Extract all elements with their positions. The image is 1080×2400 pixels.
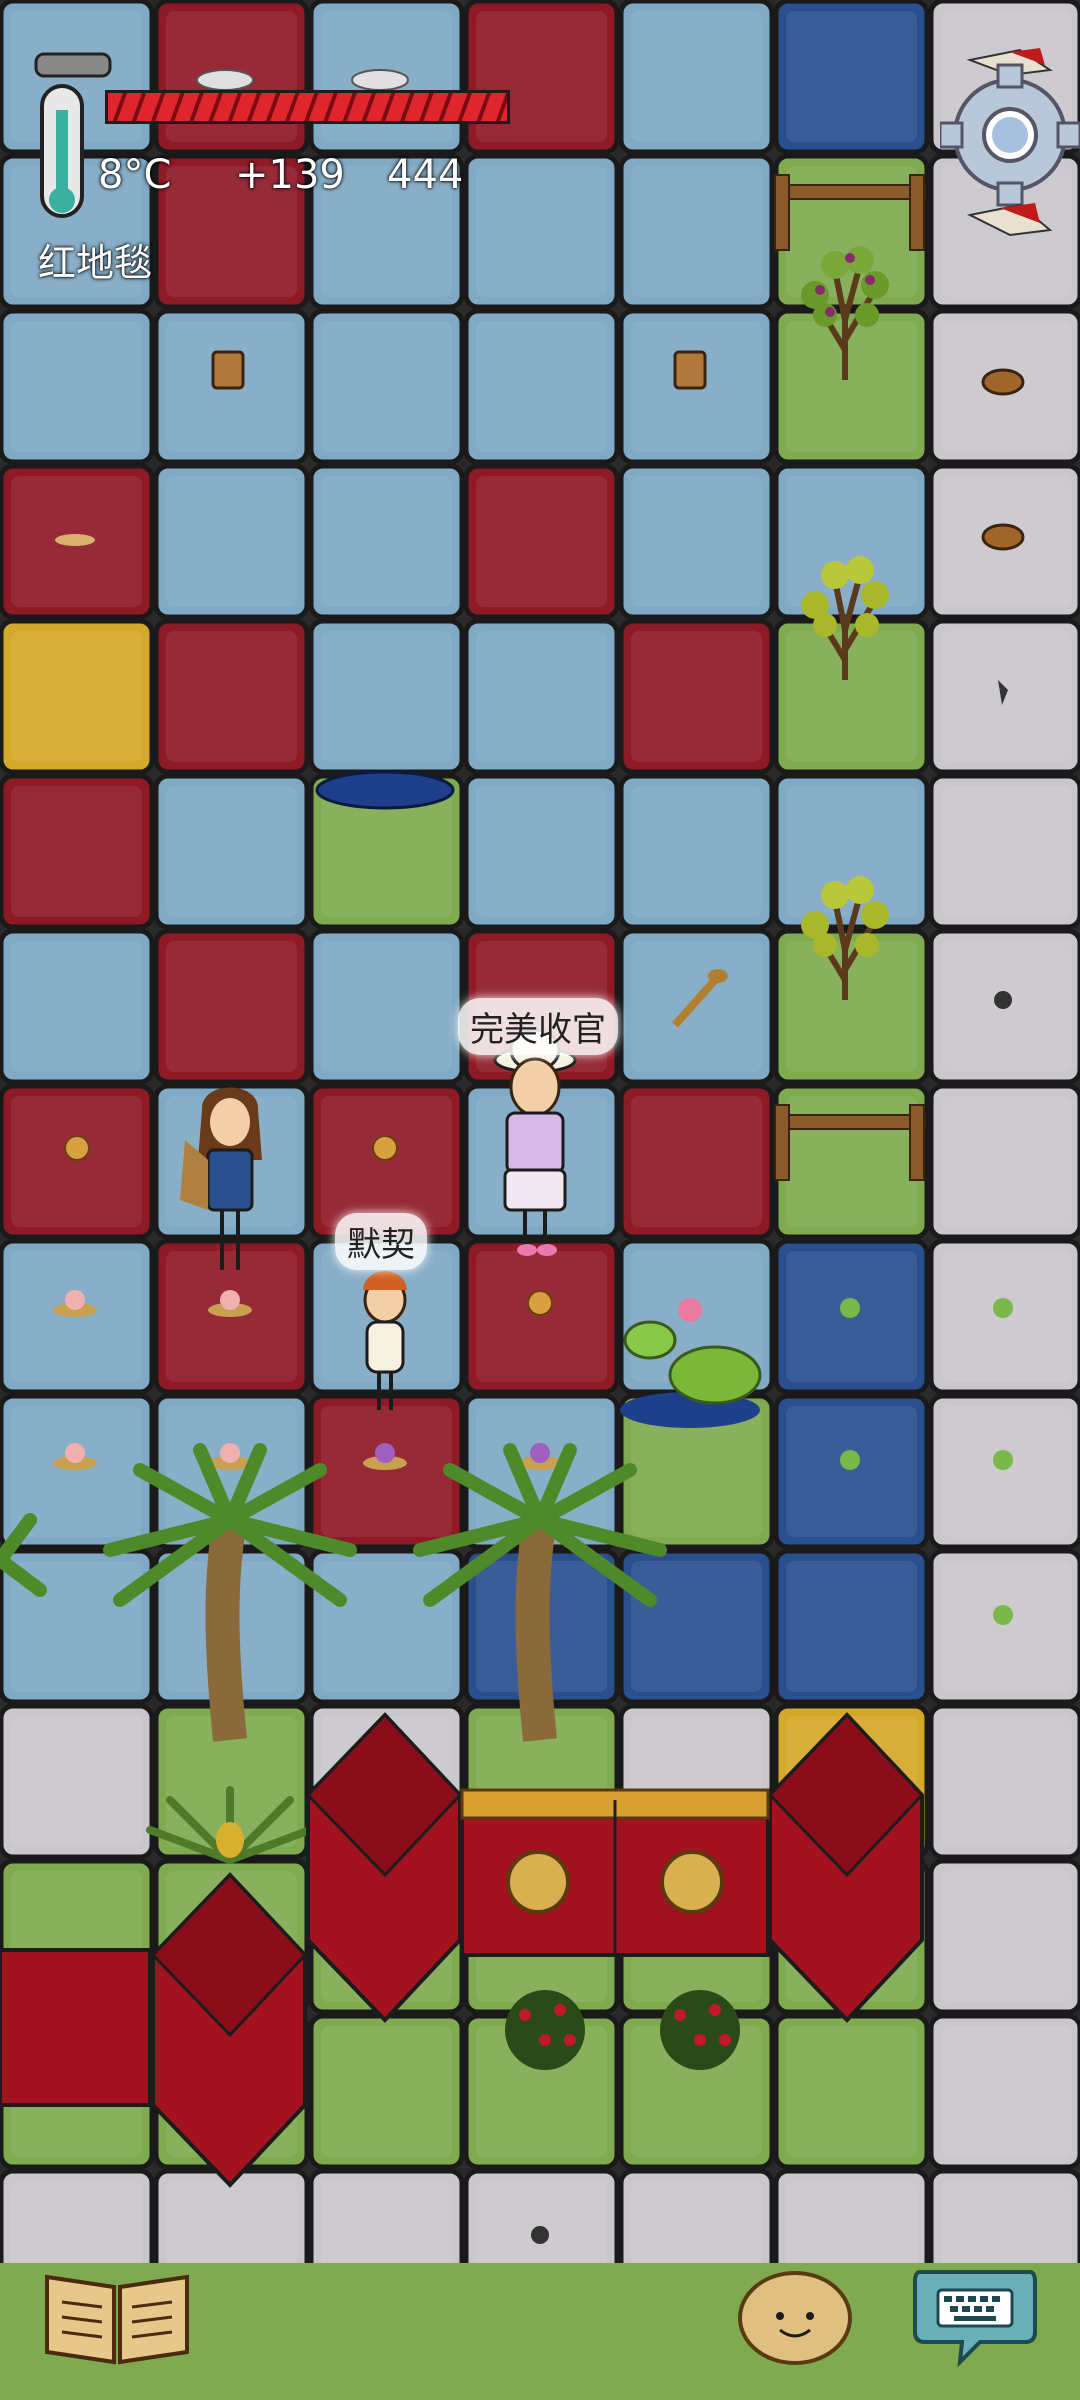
tile-texture [321,1096,452,1227]
yum-bonus-readout: +139 [235,152,345,198]
tile-texture [11,1871,142,2002]
hud: 8°C +139 444 红地毯 [0,0,1080,300]
tile-texture [786,1716,917,1847]
tile-texture [786,941,917,1072]
tile-texture [631,321,762,452]
tile-texture [166,476,297,607]
tile-texture [166,1561,297,1692]
tile-texture [476,1561,607,1692]
tile-texture [321,1871,452,2002]
tile-texture [941,1406,1072,1537]
tile-texture [941,2026,1072,2157]
tile-texture [321,2026,452,2157]
tile-texture [321,321,452,452]
player-nametag: 完美收官 [458,998,618,1055]
tile-texture [631,1561,762,1692]
tile-texture [11,476,142,607]
tile-texture [786,1251,917,1382]
tile-texture [631,1251,762,1382]
tile-texture [321,1251,452,1382]
gear-icon[interactable] [940,40,1080,280]
tile-texture [476,476,607,607]
tile-texture [11,321,142,452]
tile-texture [321,476,452,607]
tile-texture [631,1871,762,2002]
tile-texture [11,786,142,917]
tile-texture [631,941,762,1072]
tile-texture [476,1096,607,1227]
tile-texture [941,786,1072,917]
tile-texture [941,1251,1072,1382]
tile-texture [476,1871,607,2002]
tile-texture [166,1406,297,1537]
tile-texture [11,1251,142,1382]
thermometer-icon[interactable] [30,50,120,230]
tile-texture [321,1716,452,1847]
tile-texture [786,1406,917,1537]
tile-texture [476,631,607,762]
tile-texture [11,1096,142,1227]
tile-texture [786,321,917,452]
tile-texture [321,631,452,762]
tile-texture [321,941,452,1072]
tile-texture [166,321,297,452]
tile-texture [11,631,142,762]
tile-texture [11,941,142,1072]
tile-texture [11,1561,142,1692]
tile-texture [631,1096,762,1227]
tile-texture [476,786,607,917]
tile-texture [321,1561,452,1692]
tile-texture [941,941,1072,1072]
tile-texture [786,1871,917,2002]
tile-texture [476,321,607,452]
tile-texture [631,2026,762,2157]
tile-texture [166,1871,297,2002]
game-world[interactable] [0,0,1080,2400]
food-meter [105,90,510,124]
tile-texture [166,1096,297,1227]
tile-texture [786,1096,917,1227]
tile-texture [166,1251,297,1382]
emote-face-icon[interactable] [735,2268,855,2368]
tile-texture [321,1406,452,1537]
tile-texture [631,631,762,762]
tile-texture [476,2026,607,2157]
tile-texture [941,476,1072,607]
tile-texture [11,2026,142,2157]
score-readout: 444 [387,152,464,198]
tile-texture [166,2026,297,2157]
temperature-readout: 8°C [98,152,172,198]
tile-texture [786,476,917,607]
tile-texture [941,1716,1072,1847]
keyboard-chat-icon[interactable] [910,2262,1040,2372]
tile-texture [786,1561,917,1692]
tile-texture [941,1561,1072,1692]
tile-texture [941,1096,1072,1227]
tile-texture [166,1716,297,1847]
tile-texture [786,631,917,762]
tile-texture [166,941,297,1072]
tile-texture [631,1406,762,1537]
tile-texture [11,1716,142,1847]
tile-texture [476,1406,607,1537]
tile-texture [476,1251,607,1382]
tile-texture [631,1716,762,1847]
tile-texture [786,2026,917,2157]
tile-texture [631,786,762,917]
tile-texture [631,476,762,607]
tile-texture [166,786,297,917]
tile-texture [941,321,1072,452]
tile-texture [941,1871,1072,2002]
tile-texture [11,1406,142,1537]
tile-texture [321,786,452,917]
tile-texture [941,631,1072,762]
player-nametag: 默契 [335,1213,427,1270]
tile-texture [786,786,917,917]
ground-tiles[interactable] [0,0,1080,2400]
book-icon[interactable] [42,2262,192,2372]
tile-texture [166,631,297,762]
tile-texture [476,1716,607,1847]
held-item-label: 红地毯 [38,241,153,285]
